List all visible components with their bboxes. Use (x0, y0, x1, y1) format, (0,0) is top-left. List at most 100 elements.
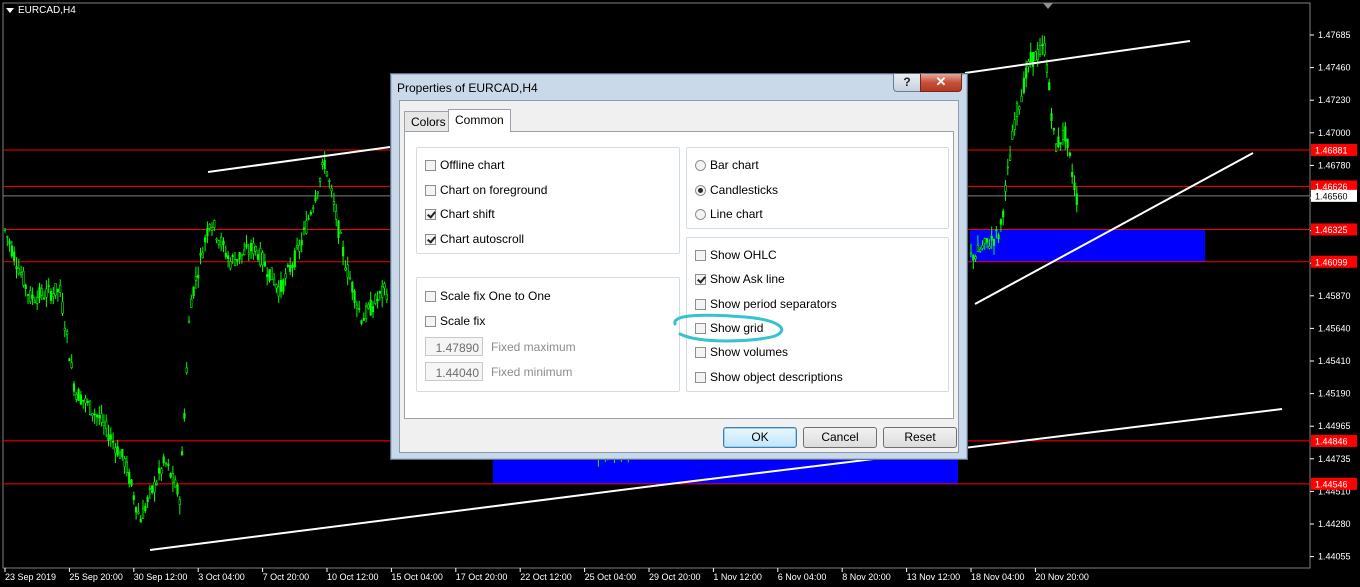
chart-autoscroll-checkbox[interactable] (425, 233, 436, 245)
candle-body (201, 252, 204, 259)
show-volumes-checkbox[interactable] (695, 346, 706, 358)
show-grid-option[interactable]: Show grid (695, 321, 763, 335)
close-button[interactable]: ✕ (920, 74, 962, 92)
show-ohlc-checkbox[interactable] (695, 249, 706, 261)
trend-line[interactable] (149, 486, 646, 551)
show-object-descriptions-checkbox[interactable] (695, 371, 706, 383)
bar-chart-option[interactable]: Bar chart (695, 158, 759, 172)
candle-body (222, 240, 225, 246)
chart-title-text: EURCAD,H4 (18, 5, 76, 16)
candle-body (1004, 185, 1007, 192)
chart-on-foreground-option[interactable]: Chart on foreground (425, 183, 547, 197)
candle-body (314, 196, 317, 202)
candle-body (981, 245, 984, 249)
price-axis-label: 1.45870 (1318, 291, 1351, 301)
candle-body (355, 304, 359, 309)
time-axis-label: 25 Sep 20:00 (69, 572, 123, 582)
show-period-separators-option[interactable]: Show period separators (695, 297, 837, 311)
scale-fix-one-to-one-option[interactable]: Scale fix One to One (425, 289, 551, 303)
candle-body (238, 251, 241, 260)
candle-body (1020, 95, 1023, 103)
trend-line[interactable] (207, 146, 391, 173)
candle-body (139, 518, 142, 523)
line-chart-option[interactable]: Line chart (695, 207, 763, 221)
candlesticks-option[interactable]: Candlesticks (695, 183, 778, 197)
candle-body (199, 253, 202, 256)
candle-body (245, 243, 248, 248)
time-axis-label: 22 Oct 12:00 (520, 572, 572, 582)
bar-chart-radio[interactable] (695, 159, 706, 171)
price-axis-label: 1.44735 (1318, 454, 1351, 464)
chart-shift-marker-icon[interactable] (1043, 3, 1053, 9)
candle-body (153, 481, 156, 493)
candle-body (339, 232, 342, 234)
show-object-descriptions-option[interactable]: Show object descriptions (695, 370, 843, 384)
show-ohlc-option[interactable]: Show OHLC (695, 248, 777, 262)
ok-button[interactable]: OK (723, 427, 797, 448)
scale-fix-option[interactable]: Scale fix (425, 314, 485, 328)
candle-body (972, 254, 975, 261)
candle-body (254, 245, 257, 252)
dropdown-arrow-icon[interactable] (6, 8, 14, 13)
candle-body (68, 358, 71, 362)
line-chart-radio[interactable] (695, 208, 706, 220)
chart-autoscroll-option[interactable]: Chart autoscroll (425, 232, 524, 246)
candle-body (215, 238, 218, 241)
candle-body (353, 290, 356, 303)
trend-line[interactable] (974, 152, 1254, 305)
chart-on-foreground-checkbox[interactable] (425, 184, 436, 196)
dialog-title-bar[interactable]: Properties of EURCAD,H4 ? ✕ (391, 74, 967, 100)
candle-body (358, 308, 361, 310)
scale-fix-one-to-one-checkbox[interactable] (425, 290, 436, 302)
general-options-group: Offline chart Chart on foreground Chart … (416, 147, 680, 254)
tab-colors[interactable]: Colors (404, 111, 453, 131)
help-button[interactable]: ? (893, 74, 921, 92)
candle-body (123, 458, 126, 467)
candle-body (298, 244, 301, 252)
candle-body (6, 235, 9, 238)
supply-zone-upper[interactable] (970, 229, 1205, 262)
candle-body (1050, 113, 1053, 121)
candle-body (990, 235, 993, 241)
candle-body (1066, 138, 1069, 149)
show-ask-line-option[interactable]: Show Ask line (695, 272, 785, 286)
trend-line[interactable] (964, 40, 1191, 74)
price-axis-label: 1.44055 (1318, 552, 1351, 562)
offline-chart-option[interactable]: Offline chart (425, 158, 504, 172)
candlesticks-radio[interactable] (695, 184, 706, 196)
chart-shift-checkbox[interactable] (425, 208, 436, 220)
candle-body (93, 413, 96, 416)
fixed-minimum-input[interactable] (425, 362, 483, 381)
candle-body (61, 301, 64, 314)
candle-body (118, 452, 122, 459)
level-price-label: 1.46881 (1315, 145, 1348, 155)
show-grid-checkbox[interactable] (695, 322, 706, 334)
candle-body (999, 219, 1002, 225)
candle-body (26, 294, 30, 296)
candle-body (160, 468, 163, 475)
candle-body (3, 228, 7, 231)
price-axis-label: 1.47460 (1318, 63, 1351, 73)
show-ask-line-label: Show Ask line (710, 272, 785, 286)
tab-common[interactable]: Common (448, 109, 511, 132)
candle-body (54, 283, 57, 296)
candle-body (286, 264, 290, 267)
show-ask-line-checkbox[interactable] (695, 273, 706, 285)
chart-shift-option[interactable]: Chart shift (425, 207, 495, 221)
candle-body (89, 400, 92, 416)
scale-fix-checkbox[interactable] (425, 315, 436, 327)
price-axis-label: 1.44280 (1318, 519, 1351, 529)
candle-body (49, 291, 53, 301)
show-period-separators-checkbox[interactable] (695, 298, 706, 310)
show-volumes-option[interactable]: Show volumes (695, 345, 788, 359)
candle-body (266, 274, 269, 277)
candle-body (1057, 136, 1060, 148)
cancel-button[interactable]: Cancel (803, 427, 877, 448)
candle-body (137, 511, 140, 514)
fixed-maximum-input[interactable] (425, 337, 483, 356)
reset-button[interactable]: Reset (883, 427, 957, 448)
line-chart-label: Line chart (710, 207, 763, 221)
price-axis-label: 1.47000 (1318, 128, 1351, 138)
offline-chart-checkbox[interactable] (425, 159, 436, 171)
candle-body (969, 252, 973, 255)
